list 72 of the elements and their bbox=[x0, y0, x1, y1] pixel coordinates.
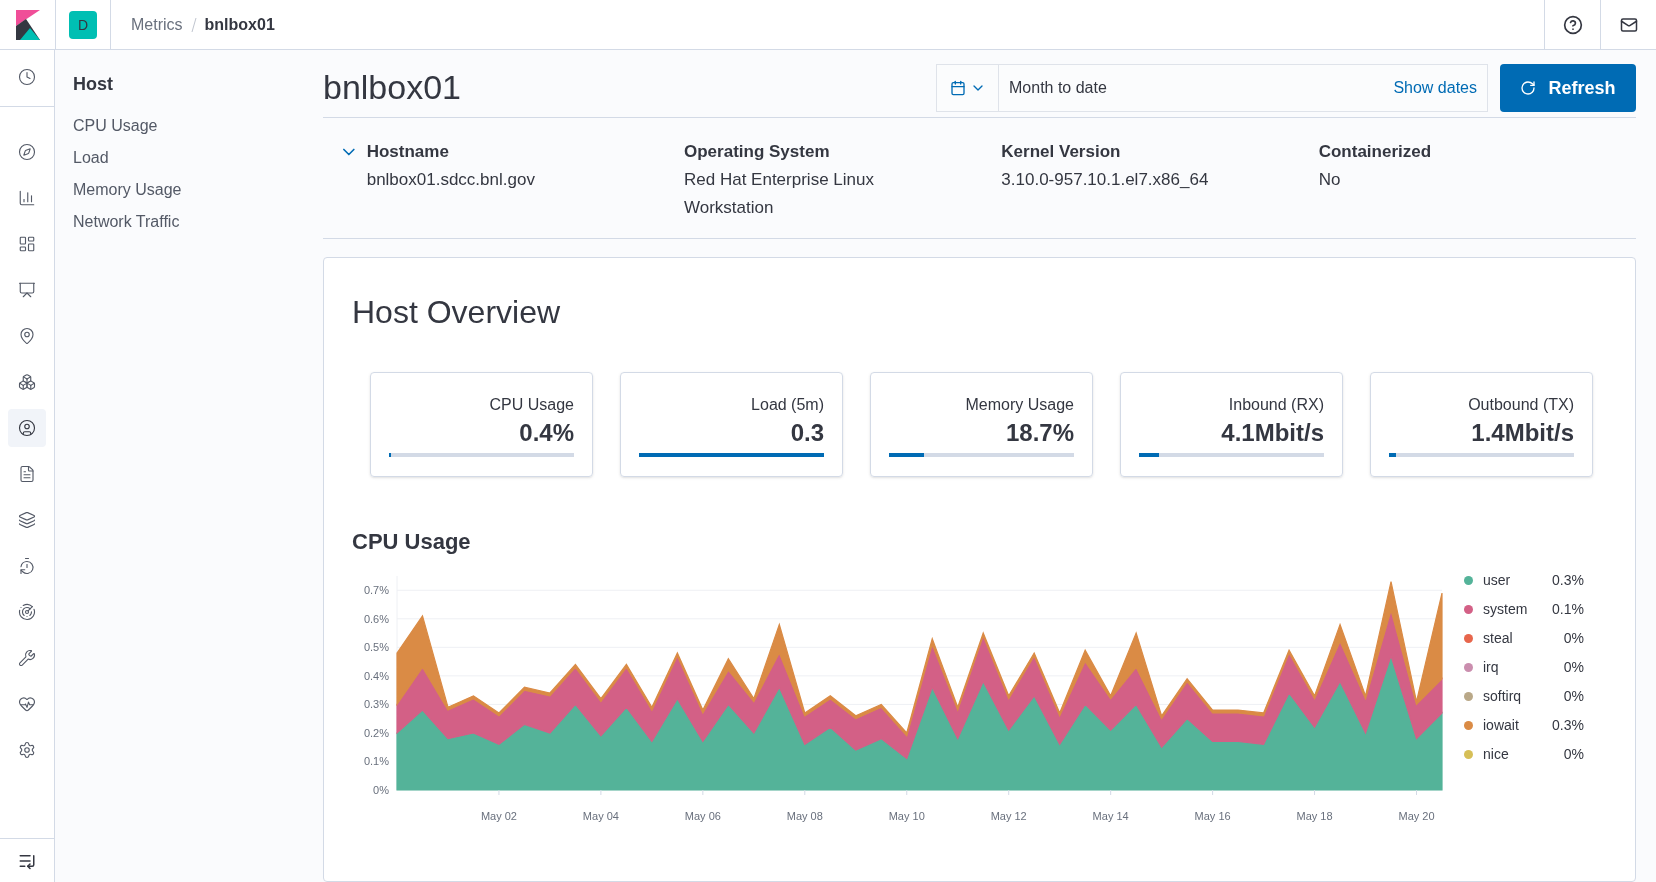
y-tick-label: 0.1% bbox=[363, 755, 389, 768]
x-tick-label: May 10 bbox=[888, 810, 925, 822]
show-dates-link[interactable]: Show dates bbox=[1393, 75, 1487, 100]
side-menu-item[interactable]: Load bbox=[73, 146, 323, 170]
y-tick-label: 0.4% bbox=[363, 669, 389, 682]
field-value: 3.10.0-957.10.1.el7.x86_64 bbox=[1001, 169, 1210, 191]
side-menu-title: Host bbox=[73, 73, 114, 96]
legend-reading: 0.3% bbox=[1552, 571, 1584, 590]
breadcrumb-separator-icon bbox=[190, 16, 197, 33]
x-tick-label: May 16 bbox=[1194, 810, 1231, 822]
calendar-icon[interactable] bbox=[949, 79, 966, 96]
y-tick-label: 0.6% bbox=[363, 612, 389, 625]
legend-reading: 0.1% bbox=[1552, 600, 1584, 619]
y-tick-label: 0.2% bbox=[363, 726, 389, 739]
side-menu-item[interactable]: CPU Usage bbox=[73, 114, 323, 138]
x-tick-label: May 08 bbox=[786, 810, 823, 822]
legend-label: irq bbox=[1483, 658, 1499, 677]
x-tick-label: May 04 bbox=[582, 810, 619, 822]
y-tick-label: 0% bbox=[373, 784, 389, 796]
legend-label: nice bbox=[1483, 745, 1509, 764]
legend-reading: 0% bbox=[1563, 687, 1584, 706]
field-label: Hostname bbox=[366, 141, 450, 163]
metric-label: Memory Usage bbox=[965, 395, 1074, 415]
date-picker[interactable]: Month to date Show dates bbox=[936, 63, 1488, 112]
x-tick-label: May 20 bbox=[1398, 810, 1435, 822]
panel-title: Host Overview bbox=[352, 293, 562, 332]
refresh-icon bbox=[1520, 79, 1537, 96]
side-menu-item[interactable]: Memory Usage bbox=[73, 178, 323, 202]
x-tick-label: May 06 bbox=[684, 810, 721, 822]
legend-reading: 0.3% bbox=[1552, 716, 1584, 735]
x-tick-label: May 12 bbox=[990, 810, 1027, 822]
x-tick-label: May 02 bbox=[480, 810, 517, 822]
side-menu-item[interactable]: Network Traffic bbox=[73, 210, 323, 234]
metric-value: 4.1Mbit/s bbox=[1221, 418, 1324, 448]
metric-label: Inbound (RX) bbox=[1228, 395, 1324, 415]
page-title: bnlbox01 bbox=[323, 67, 461, 108]
metric-value: 0.4% bbox=[519, 418, 574, 448]
metric-label: Load (5m) bbox=[751, 395, 824, 415]
legend-label: system bbox=[1483, 600, 1528, 619]
metric-value: 18.7% bbox=[1005, 418, 1074, 448]
legend-label: iowait bbox=[1483, 716, 1519, 735]
refresh-button[interactable]: Refresh bbox=[1500, 63, 1636, 112]
legend-reading: 0% bbox=[1563, 745, 1584, 764]
field-value: bnlbox01.sdcc.bnl.gov bbox=[366, 169, 536, 191]
person-icon[interactable] bbox=[8, 409, 46, 447]
legend-label: steal bbox=[1483, 629, 1513, 648]
field-label: Kernel Version bbox=[1001, 141, 1122, 163]
mail-icon[interactable] bbox=[1619, 15, 1638, 34]
breadcrumb[interactable]: bnlbox01 bbox=[204, 12, 275, 37]
help-icon[interactable] bbox=[1562, 14, 1583, 35]
metric-label: CPU Usage bbox=[489, 395, 574, 415]
app-logo bbox=[15, 9, 40, 40]
metric-value: 0.3 bbox=[790, 418, 824, 448]
field-label: Operating System bbox=[684, 141, 831, 163]
breadcrumb[interactable]: Metrics bbox=[131, 12, 183, 37]
legend-label: user bbox=[1483, 571, 1511, 590]
x-tick-label: May 14 bbox=[1092, 810, 1129, 822]
field-value: Red Hat Enterprise Linux Workstation bbox=[684, 169, 875, 219]
y-tick-label: 0.7% bbox=[363, 584, 389, 597]
space-avatar[interactable]: D bbox=[69, 10, 97, 39]
field-label: Containerized bbox=[1318, 141, 1433, 163]
legend-reading: 0% bbox=[1563, 629, 1584, 648]
chart-title: CPU Usage bbox=[352, 528, 472, 556]
field-value: No bbox=[1318, 169, 1342, 191]
legend-label: softirq bbox=[1483, 687, 1522, 706]
metric-label: Outbound (TX) bbox=[1468, 395, 1574, 415]
x-tick-label: May 18 bbox=[1296, 810, 1333, 822]
metric-value: 1.4Mbit/s bbox=[1471, 418, 1574, 448]
date-range-value: Month to date bbox=[1008, 77, 1107, 98]
y-tick-label: 0.3% bbox=[363, 698, 389, 711]
legend-reading: 0% bbox=[1563, 658, 1584, 677]
y-tick-label: 0.5% bbox=[363, 641, 389, 654]
